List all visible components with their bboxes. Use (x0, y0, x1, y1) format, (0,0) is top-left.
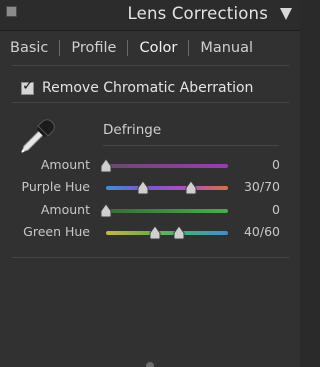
tab-manual[interactable]: Manual (200, 40, 253, 56)
green-amount-slider-row: Amount 0 (0, 202, 300, 220)
panel-title: Lens Corrections (127, 4, 268, 23)
tab-separator (127, 39, 129, 56)
purple-amount-slider-thumb[interactable] (100, 158, 112, 173)
purple-hue-slider-thumb-right[interactable] (185, 180, 197, 195)
purple-hue-label: Purple Hue (21, 179, 90, 194)
tab-separator (59, 39, 61, 56)
green-hue-slider-row: Green Hue 40/60 (0, 224, 300, 242)
purple-amount-value[interactable]: 0 (272, 157, 280, 172)
section-divider (12, 102, 289, 103)
green-hue-slider-thumb-right[interactable] (173, 225, 185, 240)
tab-basic[interactable]: Basic (10, 40, 48, 56)
purple-hue-slider[interactable] (106, 180, 228, 195)
tab-separator (188, 39, 190, 56)
remove-chromatic-aberration-checkbox[interactable]: ✓ (21, 78, 34, 95)
remove-chromatic-aberration-label: Remove Chromatic Aberration (42, 80, 254, 96)
green-amount-label: Amount (40, 202, 90, 217)
green-amount-value[interactable]: 0 (272, 202, 280, 217)
purple-amount-label: Amount (40, 157, 90, 172)
tab-profile[interactable]: Profile (71, 40, 116, 56)
purple-hue-slider-thumb-left[interactable] (137, 180, 149, 195)
green-amount-slider[interactable] (100, 203, 228, 218)
green-hue-value[interactable]: 40/60 (244, 224, 280, 239)
green-amount-slider-thumb[interactable] (100, 203, 112, 218)
triangle-down-icon[interactable] (280, 8, 292, 20)
eyedropper-icon[interactable] (18, 116, 58, 156)
panel-resize-grip[interactable] (146, 362, 154, 367)
green-hue-slider[interactable] (106, 225, 228, 240)
section-divider (12, 65, 289, 66)
green-hue-slider-thumb-left[interactable] (149, 225, 161, 240)
defringe-divider (103, 145, 279, 146)
tab-bar: Basic Profile Color Manual (10, 33, 290, 62)
green-hue-label: Green Hue (23, 224, 90, 239)
remove-chromatic-aberration-option[interactable]: ✓ Remove Chromatic Aberration (21, 78, 254, 96)
tab-color[interactable]: Color (139, 40, 177, 56)
section-divider (12, 257, 289, 258)
panel-header[interactable]: Lens Corrections (0, 0, 300, 31)
checkmark-icon: ✓ (22, 77, 34, 94)
purple-amount-slider[interactable] (100, 158, 228, 173)
purple-amount-slider-row: Amount 0 (0, 157, 300, 175)
lens-corrections-panel: Lens Corrections Basic Profile Color Man… (0, 0, 300, 367)
purple-hue-value[interactable]: 30/70 (244, 179, 280, 194)
defringe-title: Defringe (103, 122, 162, 138)
panel-toggle-switch[interactable] (6, 6, 17, 17)
purple-hue-slider-row: Purple Hue 30/70 (0, 179, 300, 197)
